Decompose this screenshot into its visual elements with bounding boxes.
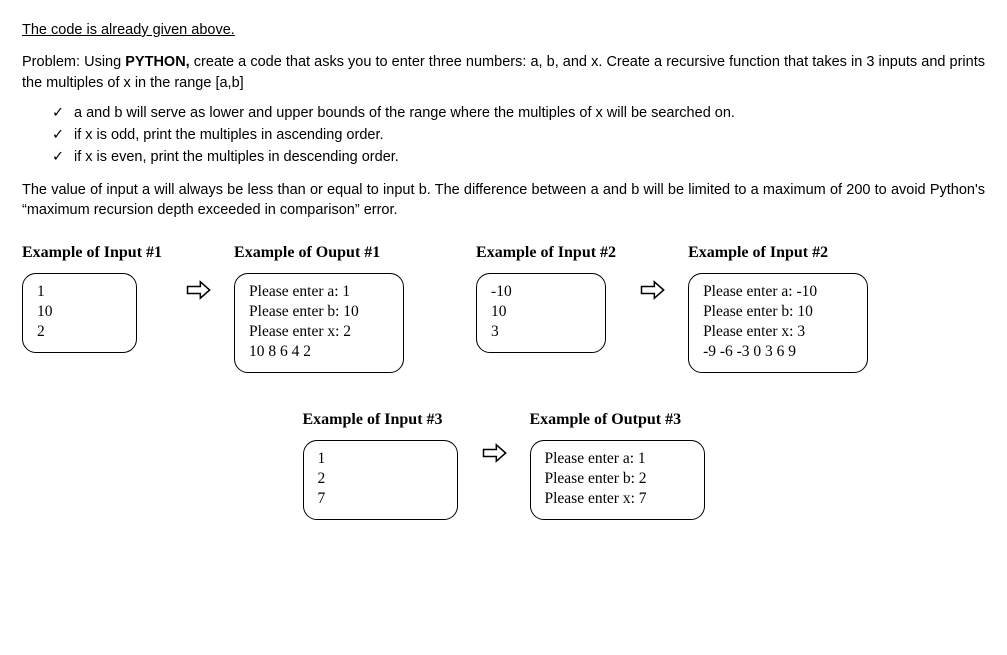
example-heading: Example of Input #2 — [476, 242, 616, 264]
example-heading: Example of Input #3 — [303, 409, 443, 431]
checkmark-icon: ✓ — [52, 147, 74, 167]
box-line: -9 -6 -3 0 3 6 9 — [703, 342, 853, 362]
checkmark-icon: ✓ — [52, 103, 74, 123]
example-box: Please enter a: 1 Please enter b: 10 Ple… — [234, 273, 404, 374]
arrow-icon — [480, 409, 508, 467]
arrow-icon — [638, 242, 666, 304]
arrow-icon — [184, 242, 212, 304]
bullet-item: ✓if x is even, print the multiples in de… — [52, 147, 985, 167]
box-line: Please enter x: 3 — [703, 322, 853, 342]
checkmark-icon: ✓ — [52, 125, 74, 145]
box-line: 7 — [318, 489, 443, 509]
example-box: -10 10 3 — [476, 273, 606, 353]
box-line: 10 — [491, 302, 591, 322]
note-paragraph: The value of input a will always be less… — [22, 180, 985, 221]
box-line: 1 — [318, 449, 443, 469]
box-line: Please enter b: 2 — [545, 469, 690, 489]
example-heading: Example of Ouput #1 — [234, 242, 380, 264]
box-line: Please enter x: 7 — [545, 489, 690, 509]
example-box: Please enter a: -10 Please enter b: 10 P… — [688, 273, 868, 374]
example-1-input: Example of Input #1 1 10 2 — [22, 242, 162, 353]
box-line: 10 — [37, 302, 122, 322]
bullet-text: a and b will serve as lower and upper bo… — [74, 105, 735, 121]
box-line: Please enter b: 10 — [249, 302, 389, 322]
bullet-list: ✓a and b will serve as lower and upper b… — [52, 103, 985, 168]
box-line: 1 — [37, 282, 122, 302]
example-2-output: Example of Input #2 Please enter a: -10 … — [688, 242, 868, 373]
bullet-item: ✓if x is odd, print the multiples in asc… — [52, 125, 985, 145]
box-line: -10 — [491, 282, 591, 302]
example-box: 1 10 2 — [22, 273, 137, 353]
bullet-item: ✓a and b will serve as lower and upper b… — [52, 103, 985, 123]
box-line: Please enter b: 10 — [703, 302, 853, 322]
examples-row-1: Example of Input #1 1 10 2 Example of Ou… — [22, 242, 985, 373]
box-line: 10 8 6 4 2 — [249, 342, 389, 362]
example-3-input: Example of Input #3 1 2 7 — [303, 409, 458, 520]
example-heading: Example of Input #1 — [22, 242, 162, 264]
box-line: Please enter a: -10 — [703, 282, 853, 302]
bullet-text: if x is even, print the multiples in des… — [74, 149, 399, 165]
example-2-input: Example of Input #2 -10 10 3 — [476, 242, 616, 353]
box-line: Please enter x: 2 — [249, 322, 389, 342]
example-heading: Example of Input #2 — [688, 242, 828, 264]
box-line: Please enter a: 1 — [249, 282, 389, 302]
example-1-output: Example of Ouput #1 Please enter a: 1 Pl… — [234, 242, 404, 373]
example-heading: Example of Output #3 — [530, 409, 682, 431]
box-line: 2 — [37, 322, 122, 342]
title-underlined: The code is already given above. — [22, 20, 985, 40]
problem-bold: PYTHON, — [125, 54, 189, 70]
box-line: 3 — [491, 322, 591, 342]
box-line: 2 — [318, 469, 443, 489]
bullet-text: if x is odd, print the multiples in asce… — [74, 127, 384, 143]
problem-paragraph: Problem: Using PYTHON, create a code tha… — [22, 52, 985, 93]
example-box: 1 2 7 — [303, 440, 458, 520]
examples-row-2: Example of Input #3 1 2 7 Example of Out… — [22, 409, 985, 520]
problem-prefix: Problem: Using — [22, 54, 125, 70]
example-3-output: Example of Output #3 Please enter a: 1 P… — [530, 409, 705, 520]
example-box: Please enter a: 1 Please enter b: 2 Plea… — [530, 440, 705, 520]
box-line: Please enter a: 1 — [545, 449, 690, 469]
